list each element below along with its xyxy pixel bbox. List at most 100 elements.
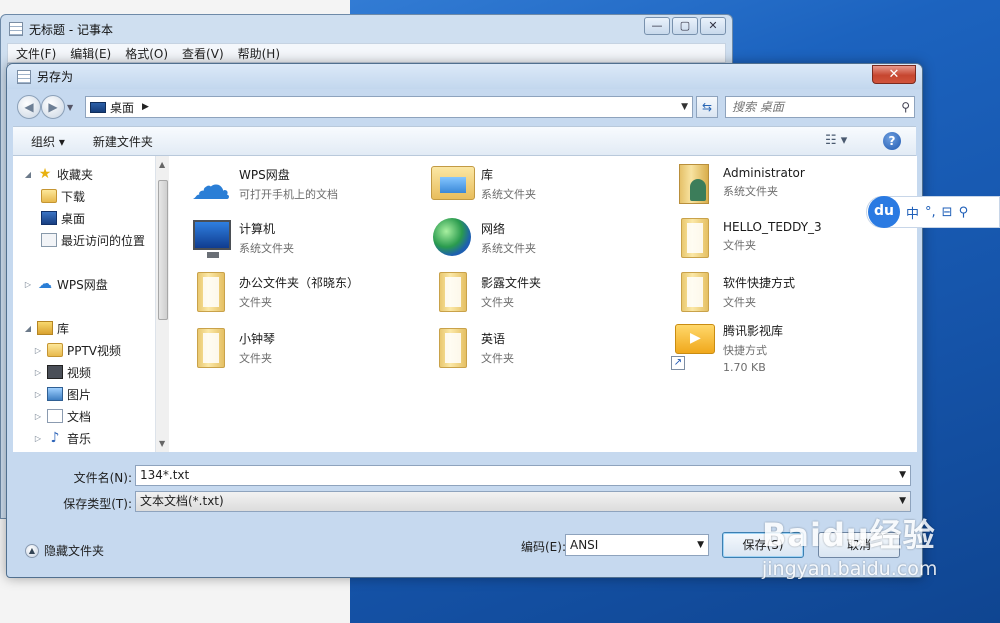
filename-input[interactable]: 134*.txt ▼	[135, 465, 911, 486]
search-input[interactable]	[732, 100, 892, 114]
file-item-xiaozhongqin[interactable]: 小钟琴 文件夹	[187, 324, 417, 374]
file-item-administrator[interactable]: Administrator 系统文件夹	[671, 160, 901, 210]
scroll-up-icon[interactable]: ▲	[159, 160, 165, 169]
maximize-button[interactable]: ▢	[672, 17, 698, 35]
minimize-button[interactable]: —	[644, 17, 670, 35]
address-location[interactable]: 桌面	[110, 99, 134, 116]
filetype-select[interactable]: 文本文档(*.txt) ▼	[135, 491, 911, 512]
file-name: 腾讯影视库	[723, 324, 784, 338]
expand-triangle-icon[interactable]: ◢	[23, 324, 33, 333]
view-options-icon[interactable]: ☷ ▾	[825, 133, 847, 148]
baidu-ime-toolbar[interactable]: du 中 °, ⊟ ⚲	[866, 196, 1000, 228]
nav-item-wps-cloud[interactable]: ▷ ☁ WPS网盘	[23, 274, 108, 294]
file-item-tencent-video[interactable]: ↗ 腾讯影视库快捷方式 1.70 KB	[671, 316, 901, 382]
address-bar[interactable]: 桌面 ▶ ▼	[85, 96, 693, 118]
nav-item-desktop[interactable]: 桌面	[37, 208, 85, 228]
star-icon: ★	[38, 166, 52, 182]
file-item-office-folder[interactable]: 办公文件夹（祁晓东） 文件夹	[187, 268, 417, 318]
collapse-triangle-icon[interactable]: ▷	[33, 390, 43, 399]
filename-value[interactable]: 134*.txt	[140, 468, 189, 482]
baidu-ime-logo[interactable]: du	[868, 196, 900, 228]
network-icon	[433, 218, 471, 256]
collapse-up-icon[interactable]: ▲	[25, 543, 39, 558]
search-box[interactable]: ⚲	[725, 96, 915, 118]
baidu-jingyan-watermark: Baidu经验 jingyan.baidu.com	[762, 510, 937, 580]
breadcrumb-chevron-icon[interactable]: ▶	[142, 102, 149, 112]
collapse-triangle-icon[interactable]: ▷	[33, 368, 43, 377]
scroll-down-icon[interactable]: ▼	[159, 439, 165, 448]
address-dropdown-icon[interactable]: ▼	[681, 102, 688, 112]
encoding-select[interactable]: ANSI ▼	[565, 534, 709, 556]
folder-icon	[439, 272, 467, 312]
nav-item-recent[interactable]: 最近访问的位置	[37, 230, 145, 250]
organize-button[interactable]: 组织 ▾	[31, 133, 65, 150]
watermark-url: jingyan.baidu.com	[762, 558, 938, 580]
search-icon[interactable]: ⚲	[901, 100, 910, 114]
new-folder-button[interactable]: 新建文件夹	[93, 133, 153, 150]
menu-view[interactable]: 查看(V)	[182, 45, 224, 62]
encoding-value[interactable]: ANSI	[570, 538, 598, 552]
hide-folders-toggle[interactable]: ▲ 隐藏文件夹	[25, 542, 104, 559]
expand-triangle-icon[interactable]: ◢	[23, 170, 33, 179]
recent-locations-dropdown-icon[interactable]: ▼	[67, 103, 73, 112]
menu-help[interactable]: 帮助(H)	[238, 45, 280, 62]
nav-item-libraries[interactable]: ◢ 库	[23, 318, 69, 338]
refresh-icon: ⇆	[701, 100, 713, 114]
nav-item-pptv[interactable]: ▷ PPTV视频	[33, 340, 121, 360]
back-button[interactable]: ◀	[17, 95, 41, 119]
close-button[interactable]: ✕	[700, 17, 726, 35]
file-item-libraries[interactable]: 库系统文件夹	[429, 160, 659, 210]
folder-icon	[197, 328, 225, 368]
file-type: 文件夹	[481, 352, 514, 365]
nav-item-music[interactable]: ▷ ♪ 音乐	[33, 428, 91, 448]
file-type: 快捷方式	[723, 344, 767, 357]
user-folder-icon	[679, 164, 709, 204]
file-type: 文件夹	[723, 296, 756, 309]
file-item-english[interactable]: 英语 文件夹	[429, 324, 659, 374]
file-type: 系统文件夹	[723, 185, 778, 198]
help-button[interactable]: ?	[883, 132, 901, 150]
nav-item-pictures[interactable]: ▷ 图片	[33, 384, 91, 404]
collapse-triangle-icon[interactable]: ▷	[33, 346, 43, 355]
file-type: 系统文件夹	[239, 242, 294, 255]
ime-toolbox-icon[interactable]: ⊟	[942, 205, 953, 220]
filetype-dropdown-icon[interactable]: ▼	[899, 492, 906, 511]
collapse-triangle-icon[interactable]: ▷	[33, 434, 43, 443]
file-item-wps-cloud[interactable]: ☁ WPS网盘 可打开手机上的文档	[187, 160, 417, 210]
collapse-triangle-icon[interactable]: ▷	[23, 280, 33, 289]
filetype-value[interactable]: 文本文档(*.txt)	[140, 494, 224, 508]
file-item-yinglu-folder[interactable]: 影露文件夹 文件夹	[429, 268, 659, 318]
cloud-icon: ☁	[38, 276, 52, 292]
menu-edit[interactable]: 编辑(E)	[70, 45, 111, 62]
nav-item-favorites[interactable]: ◢ ★ 收藏夹	[23, 164, 93, 184]
nav-item-documents[interactable]: ▷ 文档	[33, 406, 91, 426]
command-toolbar: 组织 ▾ 新建文件夹 ☷ ▾ ?	[13, 126, 916, 156]
file-type: 文件夹	[481, 296, 514, 309]
forward-button[interactable]: ▶	[41, 95, 65, 119]
collapse-triangle-icon[interactable]: ▷	[33, 412, 43, 421]
file-item-hello-teddy[interactable]: HELLO_TEDDY_3 文件夹	[671, 214, 901, 264]
file-type: 系统文件夹	[481, 188, 536, 201]
nav-pane-scrollbar[interactable]: ▲ ▼	[155, 156, 169, 452]
dialog-close-button[interactable]: ✕	[872, 65, 916, 84]
file-item-software-shortcuts[interactable]: 软件快捷方式 文件夹	[671, 268, 901, 318]
ime-chinese-mode[interactable]: 中	[906, 203, 919, 222]
refresh-button[interactable]: ⇆	[696, 96, 718, 118]
encoding-dropdown-icon[interactable]: ▼	[697, 535, 704, 555]
menu-format[interactable]: 格式(O)	[125, 45, 168, 62]
scrollbar-thumb[interactable]	[158, 180, 168, 320]
filename-dropdown-icon[interactable]: ▼	[899, 466, 906, 485]
library-icon	[37, 321, 53, 335]
pictures-icon	[47, 387, 63, 401]
ime-user-icon[interactable]: ⚲	[959, 205, 969, 220]
dialog-titlebar[interactable]: 另存为	[7, 64, 922, 89]
nav-item-videos[interactable]: ▷ 视频	[33, 362, 91, 382]
file-item-computer[interactable]: 计算机 系统文件夹	[187, 214, 417, 264]
file-item-network[interactable]: 网络 系统文件夹	[429, 214, 659, 264]
nav-item-downloads[interactable]: 下载	[37, 186, 85, 206]
file-type: 文件夹	[723, 239, 756, 252]
file-type: 可打开手机上的文档	[239, 188, 338, 201]
menu-file[interactable]: 文件(F)	[16, 45, 56, 62]
ime-punctuation[interactable]: °,	[925, 205, 936, 220]
folder-icon	[439, 328, 467, 368]
